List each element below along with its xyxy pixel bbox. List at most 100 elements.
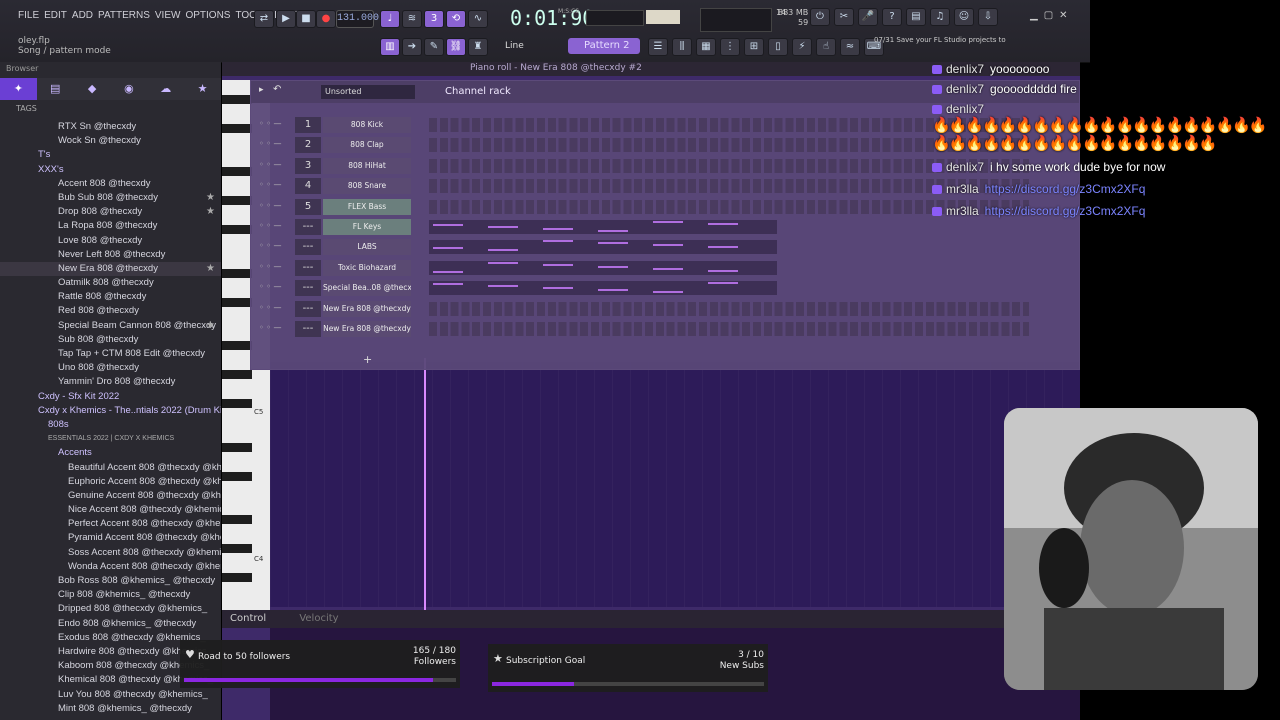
browser-file[interactable]: Red 808 @thecxdy xyxy=(0,304,221,318)
browser-icon[interactable]: ▯ xyxy=(768,38,788,56)
browser-file[interactable]: Euphoric Accent 808 @thecxdy @khemics_ xyxy=(0,475,221,489)
channel-mixer-track[interactable]: --- xyxy=(295,239,321,256)
metronome-icon[interactable]: ♩ xyxy=(380,10,400,28)
main-volume-slider[interactable] xyxy=(586,10,644,26)
plugin-icon[interactable]: ♫ xyxy=(930,8,950,26)
playlist-icon[interactable]: ☰ xyxy=(648,38,668,56)
chat-username[interactable]: denlix7 xyxy=(946,62,984,76)
browser-file[interactable]: Perfect Accent 808 @thecxdy @khemics_ xyxy=(0,517,221,531)
channel-led-icon[interactable]: ◦ ◦ — xyxy=(259,139,282,148)
channel-name-button[interactable]: LABS xyxy=(323,239,411,256)
favorite-star-icon[interactable]: ★ xyxy=(206,319,215,333)
chat-link[interactable]: https://discord.gg/z3Cmx2XFq xyxy=(985,204,1146,218)
channel-led-icon[interactable]: ◦ ◦ — xyxy=(259,282,282,291)
menu-options[interactable]: OPTIONS xyxy=(185,10,230,21)
black-key[interactable] xyxy=(222,196,252,205)
browser-folder[interactable]: 808s xyxy=(0,418,221,432)
channel-led-icon[interactable]: ◦ ◦ — xyxy=(259,323,282,332)
browser-file[interactable]: Uno 808 @thecxdy xyxy=(0,361,221,375)
plug-icon[interactable]: ⚡ xyxy=(792,38,812,56)
black-key[interactable] xyxy=(222,167,252,176)
chat-username[interactable]: mr3lla xyxy=(946,182,979,196)
browser-folder[interactable]: Cxdy - Sfx Kit 2022 xyxy=(0,390,221,404)
channel-mixer-track[interactable]: 3 xyxy=(295,157,321,174)
channel-name-button[interactable]: FLEX Bass xyxy=(323,198,411,215)
black-key[interactable] xyxy=(222,94,252,104)
velocity-label[interactable]: Velocity xyxy=(299,613,338,624)
chat-link[interactable]: https://discord.gg/z3Cmx2XFq xyxy=(985,182,1146,196)
group-filter[interactable]: Unsorted xyxy=(321,85,415,99)
channel-led-icon[interactable]: ◦ ◦ — xyxy=(259,180,282,189)
record-button[interactable]: ● xyxy=(316,10,336,28)
channel-name-button[interactable]: Toxic Biohazard xyxy=(323,259,411,276)
loop-record-icon[interactable]: ⟲ xyxy=(446,10,466,28)
browser-file[interactable]: Beautiful Accent 808 @thecxdy @khemics_ xyxy=(0,461,221,475)
chat-username[interactable]: denlix7 xyxy=(946,82,984,96)
black-key[interactable] xyxy=(222,341,252,350)
restore-icon[interactable]: ▢ xyxy=(1044,10,1053,21)
black-key[interactable] xyxy=(222,515,252,524)
mixer-icon[interactable]: ⫼ xyxy=(672,38,692,56)
black-key[interactable] xyxy=(222,268,252,278)
menu-view[interactable]: VIEW xyxy=(155,10,181,21)
power-icon[interactable]: ⏻ xyxy=(810,8,830,26)
rack-swing-icon[interactable]: ↶ xyxy=(273,84,281,95)
browser-tab-projects-icon[interactable]: ◉ xyxy=(110,78,147,100)
tools-icon[interactable]: ✂ xyxy=(834,8,854,26)
save-icon[interactable]: ▤ xyxy=(906,8,926,26)
eq-icon[interactable]: ⊞ xyxy=(744,38,764,56)
browser-file[interactable]: Accent 808 @thecxdy xyxy=(0,177,221,191)
browser-file[interactable]: Drop 808 @thecxdy ★ xyxy=(0,205,221,219)
channel-name-button[interactable]: New Era 808 @thecxdy #2 xyxy=(323,300,411,317)
channel-led-icon[interactable]: ◦ ◦ — xyxy=(259,119,282,128)
black-key[interactable] xyxy=(222,399,252,408)
chat-username[interactable]: denlix7 xyxy=(946,102,984,116)
stamp-icon[interactable]: ♜ xyxy=(468,38,488,56)
minimize-icon[interactable]: ▁ xyxy=(1030,10,1038,21)
browser-tab-cloud-icon[interactable]: ☁ xyxy=(147,78,184,100)
black-key[interactable] xyxy=(222,370,252,379)
chat-username[interactable]: denlix7 xyxy=(946,160,984,174)
channel-name-button[interactable]: Special Bea..08 @thecxdy xyxy=(323,280,411,297)
add-channel-button[interactable]: + xyxy=(363,353,372,366)
browser-file[interactable]: Clip 808 @khemics_ @thecxdy xyxy=(0,588,221,602)
piano-roll-icon[interactable]: ⋮ xyxy=(720,38,740,56)
black-key[interactable] xyxy=(222,225,252,234)
channel-name-button[interactable]: FL Keys xyxy=(323,219,411,235)
channel-mixer-track[interactable]: --- xyxy=(295,321,321,337)
channel-led-icon[interactable]: ◦ ◦ — xyxy=(259,201,282,210)
channel-name-button[interactable]: 808 HiHat xyxy=(323,157,411,174)
menu-add[interactable]: ADD xyxy=(72,10,93,21)
browser-file[interactable]: Luv You 808 @thecxdy @khemics_ xyxy=(0,688,221,702)
chat-icon[interactable]: ☺ xyxy=(954,8,974,26)
browser-file[interactable]: Soss Accent 808 @thecxdy @khemics_ xyxy=(0,546,221,560)
piano-roll-view-icon[interactable]: ▥ xyxy=(380,38,400,56)
browser-file[interactable]: Sub 808 @thecxdy xyxy=(0,333,221,347)
browser-tab-files-icon[interactable]: ▤ xyxy=(37,78,74,100)
mini-piano-roll[interactable] xyxy=(429,240,777,255)
browser-folder[interactable]: T's xyxy=(0,148,221,162)
channel-mixer-track[interactable]: 1 xyxy=(295,117,321,133)
channel-name-button[interactable]: 808 Clap xyxy=(323,137,411,154)
play-button[interactable]: ▶ xyxy=(276,10,296,28)
channel-led-icon[interactable]: ◦ ◦ — xyxy=(259,160,282,169)
channel-row[interactable]: ◦ ◦ — ---Special Bea..08 @thecxdy xyxy=(251,278,1079,299)
tempo-display[interactable]: 131.000 xyxy=(336,10,379,28)
close-icon[interactable]: ✕ xyxy=(1059,10,1067,21)
rack-play-icon[interactable]: ▸ xyxy=(259,85,264,95)
menu-edit[interactable]: EDIT xyxy=(44,10,67,21)
browser-file[interactable]: Wock Sn @thecxdy xyxy=(0,134,221,148)
channel-led-icon[interactable]: ◦ ◦ — xyxy=(259,262,282,271)
black-key[interactable] xyxy=(222,442,252,452)
download-icon[interactable]: ⇩ xyxy=(978,8,998,26)
browser-file[interactable]: RTX Sn @thecxdy xyxy=(0,120,221,134)
control-label[interactable]: Control xyxy=(230,613,266,624)
channel-mixer-track[interactable]: --- xyxy=(295,280,321,297)
browser-file[interactable]: Mint 808 @khemics_ @thecxdy xyxy=(0,702,221,716)
browser-folder[interactable]: XXX's xyxy=(0,163,221,177)
mini-piano-roll[interactable] xyxy=(429,220,777,234)
browser-file[interactable]: New Era 808 @thecxdy ★ xyxy=(0,261,221,277)
channel-mixer-track[interactable]: 2 xyxy=(295,137,321,154)
stop-button[interactable]: ■ xyxy=(296,10,316,28)
mini-piano-roll[interactable] xyxy=(429,260,777,275)
